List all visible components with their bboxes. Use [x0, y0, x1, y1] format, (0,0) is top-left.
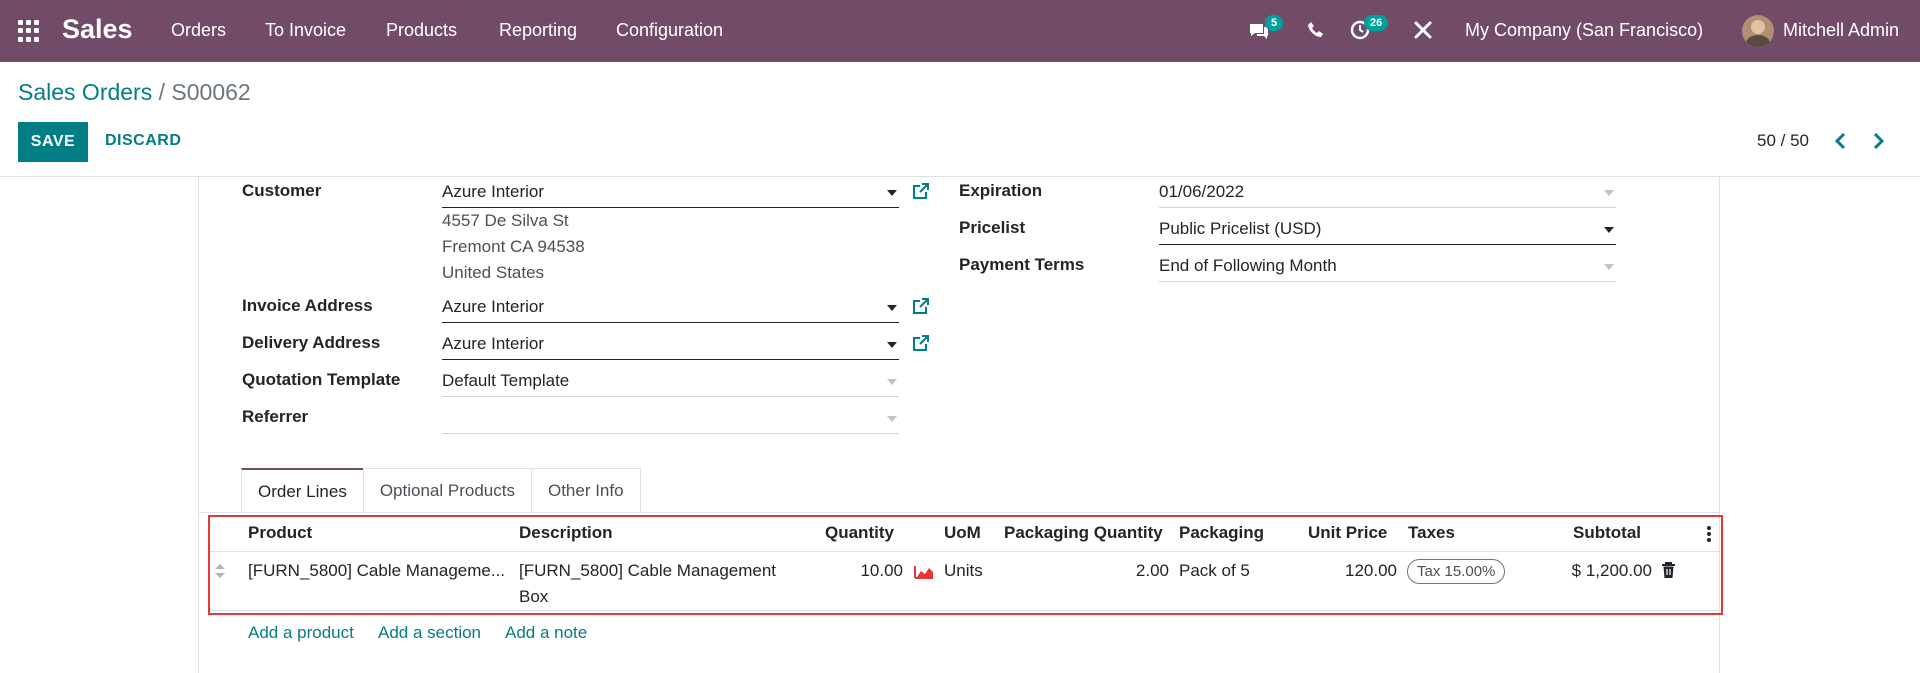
customer-address-line2: Fremont CA 94538: [442, 237, 585, 256]
delivery-address-dropdown-icon[interactable]: [887, 342, 897, 348]
customer-address-line3: United States: [442, 263, 545, 282]
payment-terms-dropdown-icon[interactable]: [1604, 264, 1614, 270]
column-product[interactable]: Product: [248, 523, 312, 543]
breadcrumb-separator: /: [158, 79, 165, 105]
save-button[interactable]: SAVE: [18, 122, 88, 162]
invoice-address-dropdown-icon[interactable]: [887, 305, 897, 311]
delivery-address-value: Azure Interior: [442, 334, 545, 353]
referrer-field[interactable]: [442, 404, 899, 434]
company-switcher[interactable]: My Company (San Francisco): [1465, 20, 1703, 41]
column-unit-price[interactable]: Unit Price: [1308, 523, 1387, 543]
customer-value: Azure Interior: [442, 182, 545, 201]
discard-button[interactable]: DISCARD: [105, 132, 181, 150]
cell-quantity[interactable]: 10.00: [800, 561, 903, 581]
column-uom[interactable]: UoM: [944, 523, 981, 543]
breadcrumb: Sales Orders / S00062: [18, 79, 251, 106]
column-packaging-quantity[interactable]: Packaging Quantity: [1004, 523, 1163, 543]
chat-badge: 5: [1265, 15, 1284, 31]
customer-external-link-icon[interactable]: [912, 182, 930, 200]
quotation-template-label: Quotation Template: [242, 370, 401, 389]
breadcrumb-sales-orders[interactable]: Sales Orders: [18, 79, 152, 105]
nav-products[interactable]: Products: [386, 20, 457, 41]
invoice-external-link-icon[interactable]: [912, 297, 930, 315]
invoice-address-label: Invoice Address: [242, 296, 373, 315]
pager-previous-icon[interactable]: [1831, 130, 1851, 152]
customer-dropdown-icon[interactable]: [887, 190, 897, 196]
expiration-label: Expiration: [959, 181, 1043, 200]
top-navbar: Sales Orders To Invoice Products Reporti…: [0, 0, 1920, 62]
quotation-template-dropdown-icon[interactable]: [887, 379, 897, 385]
referrer-dropdown-icon[interactable]: [887, 416, 897, 422]
pager-next-icon[interactable]: [1868, 130, 1888, 152]
optional-columns-icon[interactable]: [1706, 525, 1712, 548]
breadcrumb-current: S00062: [171, 79, 251, 105]
customer-address-line1: 4557 De Silva St: [442, 211, 569, 230]
referrer-label: Referrer: [242, 407, 309, 426]
delivery-external-link-icon[interactable]: [912, 334, 930, 352]
invoice-address-field[interactable]: Azure Interior: [442, 293, 899, 323]
tab-other-info[interactable]: Other Info: [530, 468, 641, 513]
expiration-dropdown-icon[interactable]: [1604, 190, 1614, 196]
app-name[interactable]: Sales: [62, 14, 133, 45]
nav-configuration[interactable]: Configuration: [616, 20, 723, 41]
cell-unit-price[interactable]: 120.00: [1290, 561, 1397, 581]
cell-packaging-quantity[interactable]: 2.00: [1060, 561, 1169, 581]
cell-subtotal: $ 1,200.00: [1571, 561, 1652, 580]
trash-icon[interactable]: [1661, 562, 1676, 584]
pager-value[interactable]: 50 / 50: [1757, 131, 1809, 151]
user-menu[interactable]: Mitchell Admin: [1783, 20, 1899, 41]
row-divider: [210, 610, 1720, 611]
pricelist-field[interactable]: Public Pricelist (USD): [1159, 215, 1616, 245]
quotation-template-field[interactable]: Default Template: [442, 367, 899, 397]
column-subtotal[interactable]: Subtotal: [1573, 523, 1641, 543]
quotation-template-value: Default Template: [442, 371, 570, 390]
add-section-link[interactable]: Add a section: [378, 623, 481, 643]
invoice-address-value: Azure Interior: [442, 297, 545, 316]
apps-menu-icon[interactable]: [18, 20, 40, 42]
drag-handle-icon[interactable]: [214, 563, 226, 584]
payment-terms-value: End of Following Month: [1159, 256, 1337, 275]
tools-icon[interactable]: [1413, 20, 1433, 45]
payment-terms-field[interactable]: End of Following Month: [1159, 252, 1616, 282]
avatar[interactable]: [1742, 15, 1774, 47]
header-divider: [210, 551, 1720, 552]
add-note-link[interactable]: Add a note: [505, 623, 587, 643]
customer-label: Customer: [242, 181, 322, 200]
column-taxes[interactable]: Taxes: [1408, 523, 1455, 543]
pricelist-label: Pricelist: [959, 218, 1026, 237]
cell-product[interactable]: [FURN_5800] Cable Manageme...: [248, 561, 505, 581]
pricelist-value: Public Pricelist (USD): [1159, 219, 1322, 238]
cell-packaging[interactable]: Pack of 5: [1179, 561, 1250, 581]
cell-description-line1[interactable]: [FURN_5800] Cable Management: [519, 561, 776, 581]
notebook-tabs: Order Lines Optional Products Other Info: [241, 468, 641, 513]
nav-to-invoice[interactable]: To Invoice: [265, 20, 346, 41]
customer-field[interactable]: Azure Interior: [442, 178, 899, 208]
delivery-address-field[interactable]: Azure Interior: [442, 330, 899, 360]
cell-uom[interactable]: Units: [944, 561, 983, 581]
delivery-address-label: Delivery Address: [242, 333, 381, 352]
column-packaging[interactable]: Packaging: [1179, 523, 1264, 543]
phone-icon[interactable]: [1307, 21, 1325, 44]
tab-optional-products[interactable]: Optional Products: [362, 468, 532, 513]
add-product-link[interactable]: Add a product: [248, 623, 354, 643]
tab-order-lines[interactable]: Order Lines: [241, 468, 364, 513]
column-quantity[interactable]: Quantity: [825, 523, 894, 543]
cell-description-line2[interactable]: Box: [519, 587, 548, 607]
column-description[interactable]: Description: [519, 523, 613, 543]
expiration-value: 01/06/2022: [1159, 182, 1245, 201]
activity-badge: 26: [1364, 15, 1389, 31]
payment-terms-label: Payment Terms: [959, 255, 1085, 274]
pricelist-dropdown-icon[interactable]: [1604, 227, 1614, 233]
nav-orders[interactable]: Orders: [171, 20, 226, 41]
expiration-field[interactable]: 01/06/2022: [1159, 178, 1616, 208]
tax-tag[interactable]: Tax 15.00%: [1407, 559, 1506, 584]
forecast-chart-icon[interactable]: [914, 563, 934, 584]
nav-reporting[interactable]: Reporting: [499, 20, 577, 41]
tabs-divider: [198, 512, 1720, 513]
